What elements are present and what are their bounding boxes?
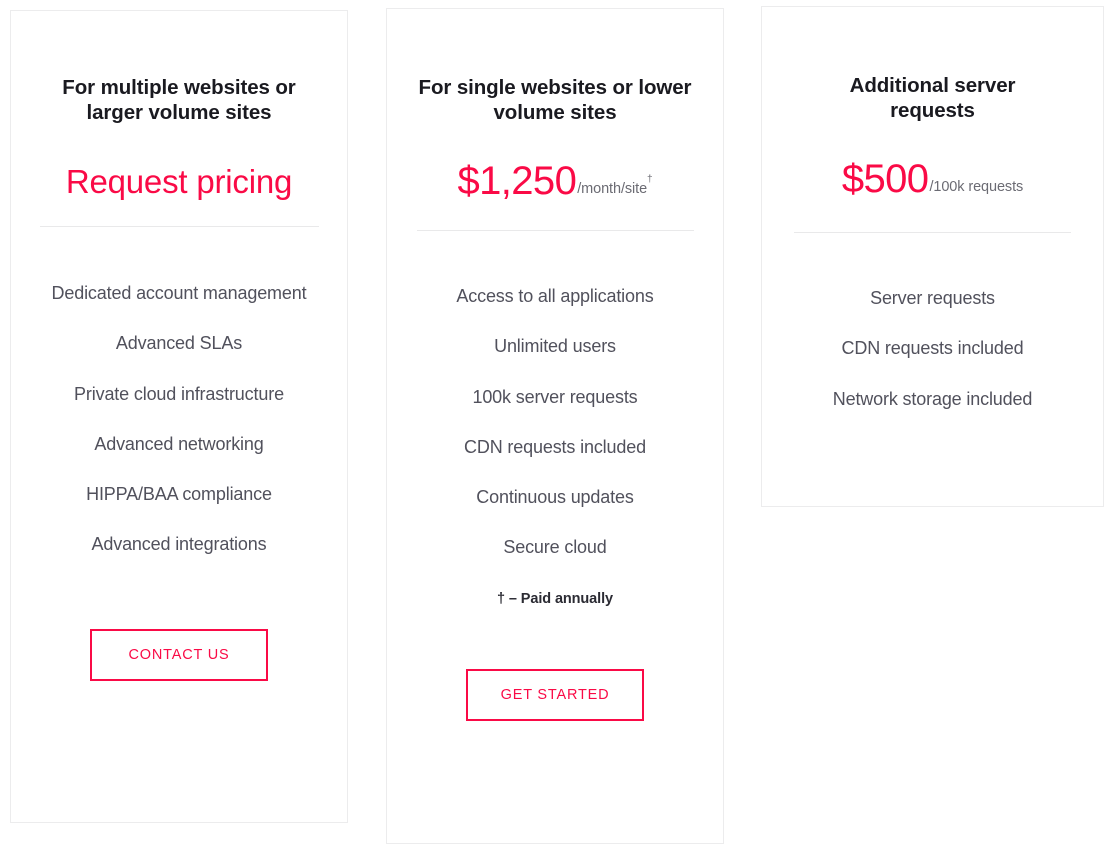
feature-item: HIPPA/BAA compliance [86, 484, 272, 505]
pricing-cards-container: For multiple websites or larger volume s… [0, 0, 1108, 855]
price-footnote-marker: † [647, 173, 653, 185]
get-started-button[interactable]: GET STARTED [466, 668, 644, 721]
feature-list: Server requests CDN requests included Ne… [762, 286, 1103, 437]
feature-item: Advanced SLAs [115, 333, 243, 354]
price-quote-text: Request pricing [65, 163, 293, 200]
feature-item: Dedicated account management [51, 283, 307, 303]
feature-item: Advanced integrations [91, 534, 267, 555]
pricing-card-standard: For single websites or lower volume site… [386, 8, 724, 844]
price-period: /100k requests [929, 179, 1024, 195]
price-amount: $500 [841, 157, 929, 201]
feature-item: Secure cloud [503, 537, 607, 558]
pricing-card-heading: For single websites or lower volume site… [418, 76, 692, 124]
price-row: $1,250 /month/site† [457, 161, 652, 201]
price-period: /month/site† [577, 174, 652, 197]
card-divider [39, 226, 319, 227]
card-divider [416, 230, 694, 231]
feature-item: Unlimited users [494, 336, 616, 357]
feature-item: 100k server requests [472, 386, 638, 407]
pricing-card-heading: For multiple websites or larger volume s… [62, 76, 296, 124]
feature-item: CDN requests included [464, 436, 646, 457]
feature-item: Private cloud infrastructure [74, 383, 284, 404]
price-row: $500 /100k requests [842, 159, 1023, 199]
feature-item: Network storage included [832, 388, 1033, 409]
feature-item: CDN requests included [841, 338, 1024, 359]
pricing-card-enterprise: For multiple websites or larger volume s… [10, 10, 348, 823]
feature-list: Access to all applications Unlimited use… [387, 284, 723, 586]
price-amount: $1,250 [457, 159, 577, 203]
feature-item: Server requests [870, 288, 995, 308]
feature-item: Continuous updates [476, 487, 634, 508]
feature-item: Advanced networking [94, 433, 264, 454]
price-period-text: /month/site [577, 181, 648, 197]
pricing-card-heading: Additional server requests [849, 74, 1016, 122]
contact-us-button[interactable]: CONTACT US [90, 628, 268, 681]
feature-item: Access to all applications [456, 286, 654, 306]
price-row: Request pricing [66, 165, 292, 198]
cta-wrapper: GET STARTED [387, 668, 723, 721]
cta-wrapper: CONTACT US [11, 628, 347, 681]
annual-payment-footnote: † – Paid annually [497, 590, 613, 607]
feature-list: Dedicated account management Advanced SL… [11, 281, 347, 583]
pricing-card-addon: Additional server requests $500 /100k re… [761, 6, 1104, 507]
card-divider [794, 232, 1071, 233]
